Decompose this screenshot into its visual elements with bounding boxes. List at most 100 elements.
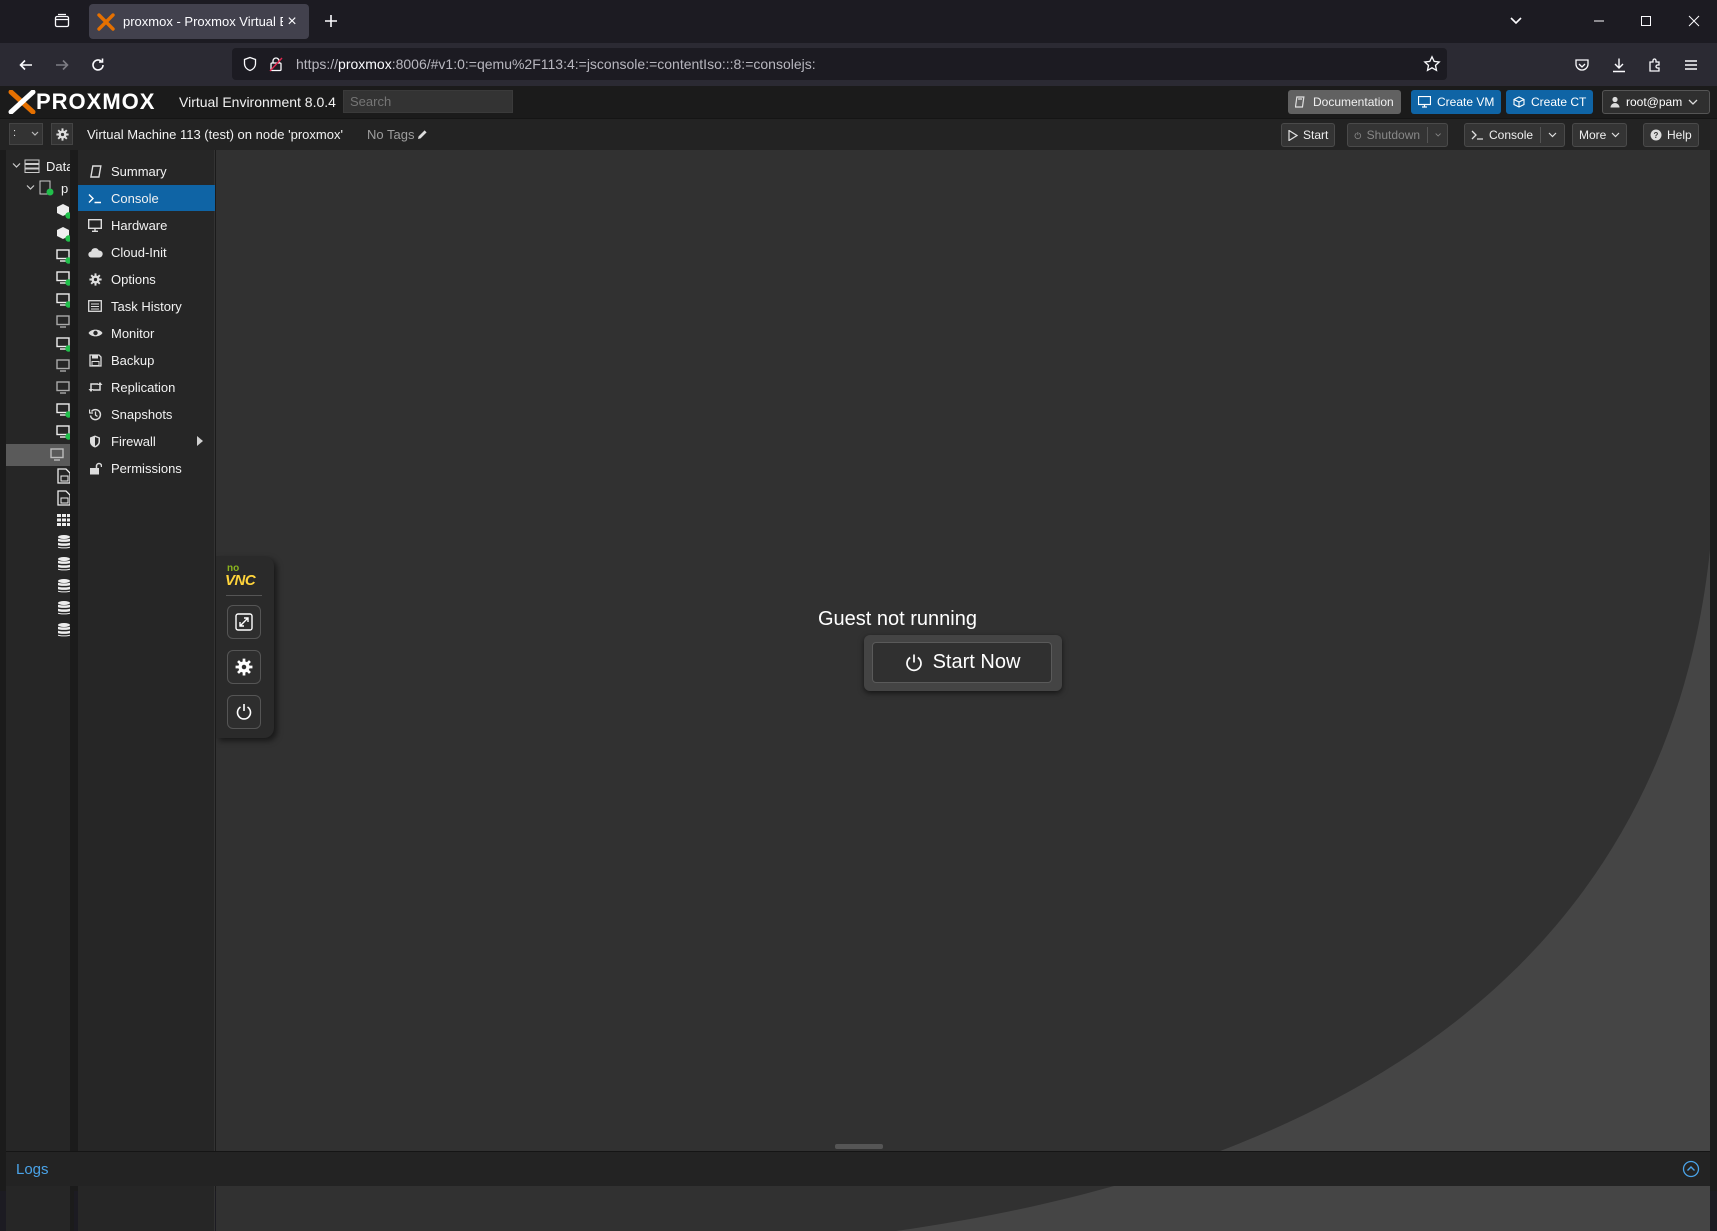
vm-running-icon[interactable]: [56, 402, 72, 418]
storage-icon[interactable]: [56, 622, 72, 638]
template-icon[interactable]: [56, 490, 72, 506]
shutdown-button[interactable]: Shutdown: [1347, 123, 1448, 147]
search-input[interactable]: [343, 90, 513, 113]
start-now-button[interactable]: Start Now: [872, 642, 1052, 683]
play-icon: [1288, 129, 1298, 141]
app-menu-icon[interactable]: [1679, 53, 1703, 77]
chevron-down-icon[interactable]: [1548, 132, 1557, 138]
window-close-icon[interactable]: [1683, 10, 1705, 32]
tags-editor[interactable]: No Tags: [367, 127, 428, 142]
storage-icon[interactable]: [56, 600, 72, 616]
storage-icon[interactable]: [56, 556, 72, 572]
url-text[interactable]: https://proxmox:8006/#v1:0:=qemu%2F113:4…: [296, 56, 816, 72]
forward-icon[interactable]: [50, 53, 74, 77]
insecure-lock-icon[interactable]: [268, 56, 284, 72]
tree-view-select[interactable]: :: [9, 123, 43, 145]
shield-icon[interactable]: [242, 56, 258, 72]
nav-console[interactable]: Console: [78, 185, 215, 211]
container-running-icon[interactable]: [56, 203, 72, 219]
list-all-tabs-icon[interactable]: [1505, 10, 1527, 32]
vnc-settings-button[interactable]: [227, 650, 261, 684]
template-icon[interactable]: [56, 468, 72, 484]
nav-replication[interactable]: Replication: [78, 374, 215, 400]
user-menu-button[interactable]: root@pam: [1602, 90, 1710, 114]
vm-running-icon[interactable]: [56, 292, 72, 308]
list-icon: [87, 298, 103, 314]
chevron-down-icon[interactable]: [12, 161, 21, 170]
nav-firewall[interactable]: Firewall: [78, 428, 215, 454]
nav-label: Permissions: [111, 460, 182, 476]
chevron-down-icon[interactable]: [1435, 132, 1441, 138]
terminal-icon: [1471, 130, 1483, 140]
url-bar[interactable]: https://proxmox:8006/#v1:0:=qemu%2F113:4…: [232, 48, 1447, 80]
nav-monitor[interactable]: Monitor: [78, 320, 215, 346]
expand-circle-icon[interactable]: [1682, 1160, 1700, 1178]
more-button[interactable]: More: [1572, 123, 1628, 147]
tree-selected-vm[interactable]: [6, 444, 70, 466]
vm-running-icon[interactable]: [56, 424, 72, 440]
fullscreen-button[interactable]: [227, 605, 261, 639]
url-host: proxmox: [338, 56, 392, 72]
tree-datacenter[interactable]: Data: [6, 155, 70, 177]
vm-stopped-icon[interactable]: [56, 314, 72, 330]
nav-snapshots[interactable]: Snapshots: [78, 401, 215, 427]
nav-hardware[interactable]: Hardware: [78, 212, 215, 238]
vm-stopped-icon[interactable]: [56, 380, 72, 396]
pve-header: PROXMOX Virtual Environment 8.0.4 Docume…: [0, 86, 1717, 118]
pocket-icon[interactable]: [1570, 53, 1594, 77]
logs-panel-header[interactable]: Logs: [6, 1151, 1710, 1186]
maximize-icon[interactable]: [1635, 10, 1657, 32]
vm-running-icon[interactable]: [56, 336, 72, 352]
logs-splitter[interactable]: [835, 1144, 883, 1149]
chevron-down-icon[interactable]: [26, 183, 35, 192]
start-button[interactable]: Start: [1281, 123, 1336, 147]
pencil-icon[interactable]: [417, 129, 428, 140]
storage-icon[interactable]: [56, 534, 72, 550]
nav-label: Summary: [111, 163, 167, 179]
console-button[interactable]: Console: [1464, 123, 1565, 147]
book-icon: [87, 163, 103, 179]
minimize-icon[interactable]: [1588, 10, 1610, 32]
nav-backup[interactable]: Backup: [78, 347, 215, 373]
documentation-button[interactable]: Documentation: [1288, 90, 1401, 114]
tree-node[interactable]: p: [6, 177, 70, 199]
gear-icon: [87, 271, 103, 287]
back-icon[interactable]: [14, 53, 38, 77]
tree-settings-button[interactable]: [51, 123, 73, 145]
extensions-icon[interactable]: [1643, 53, 1667, 77]
create-ct-button[interactable]: Create CT: [1506, 90, 1594, 114]
desktop-icon: [87, 217, 103, 233]
nav-permissions[interactable]: Permissions: [78, 455, 215, 481]
proxmox-logo[interactable]: PROXMOX: [8, 89, 155, 114]
reload-icon[interactable]: [86, 53, 110, 77]
sdn-grid-icon[interactable]: [56, 512, 72, 528]
nav-label: Monitor: [111, 325, 155, 341]
downloads-icon[interactable]: [1607, 53, 1631, 77]
container-running-icon[interactable]: [56, 226, 72, 242]
new-tab-icon[interactable]: [320, 10, 342, 32]
vm-running-icon[interactable]: [56, 248, 72, 264]
novnc-control-bar: no VNC: [216, 556, 274, 738]
close-icon[interactable]: ×: [283, 13, 301, 31]
tab-overview-icon[interactable]: [51, 10, 73, 32]
url-scheme: https://: [296, 56, 339, 72]
bookmark-star-icon[interactable]: [1423, 55, 1441, 73]
nav-options[interactable]: Options: [78, 266, 215, 292]
create-vm-button[interactable]: Create VM: [1411, 90, 1502, 114]
desktop-icon: [1418, 96, 1431, 108]
vnc-power-button[interactable]: [227, 695, 261, 729]
create-ct-label: Create CT: [1531, 95, 1587, 109]
nav-cloud-init[interactable]: Cloud-Init: [78, 239, 215, 265]
help-button[interactable]: ? Help: [1643, 123, 1699, 147]
vm-running-icon[interactable]: [56, 270, 72, 286]
nav-summary[interactable]: Summary: [78, 158, 215, 184]
vm-stopped-icon[interactable]: [56, 358, 72, 374]
expand-arrow-icon[interactable]: [197, 436, 203, 446]
browser-tab[interactable]: proxmox - Proxmox Virtual Environment ×: [89, 4, 309, 39]
unlock-icon: [87, 460, 103, 476]
tree-node-label: p: [61, 181, 69, 196]
resource-tree[interactable]: Data p: [6, 150, 74, 1231]
novnc-console[interactable]: no VNC Guest not running Start Now: [216, 150, 1710, 1231]
nav-task-history[interactable]: Task History: [78, 293, 215, 319]
storage-icon[interactable]: [56, 578, 72, 594]
